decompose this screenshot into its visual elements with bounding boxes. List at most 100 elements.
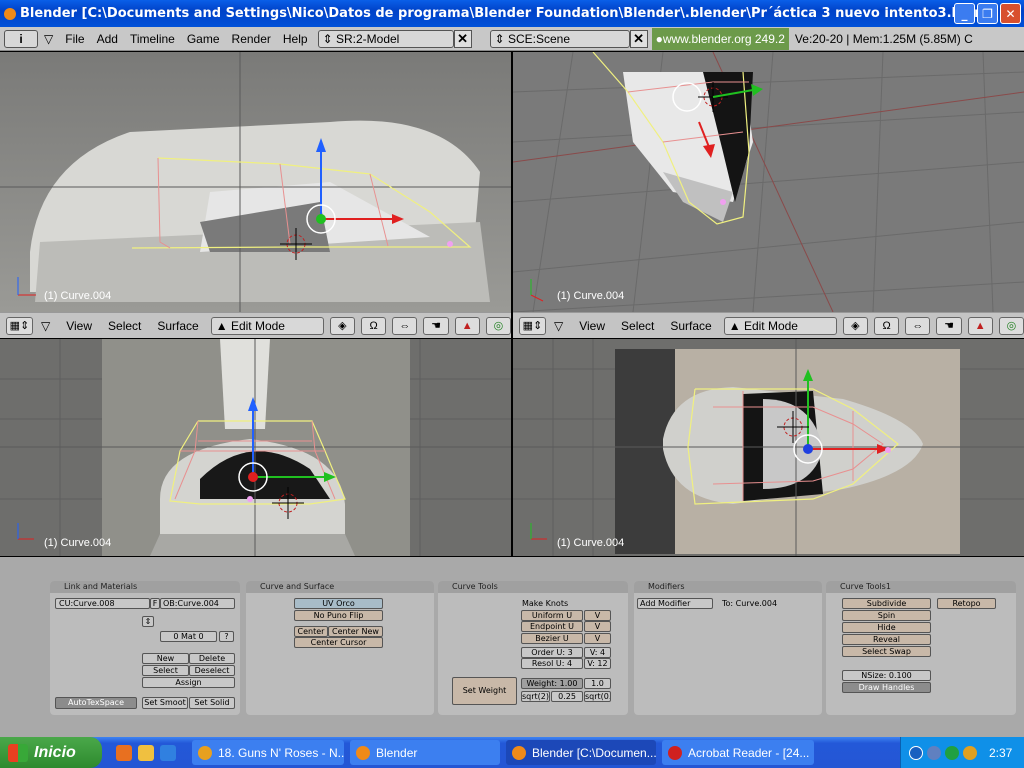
clock[interactable]: 2:37: [989, 746, 1012, 760]
material-index-field[interactable]: 0 Mat 0: [160, 631, 217, 642]
weight-field[interactable]: Weight: 1.00: [521, 678, 583, 689]
menu-help[interactable]: Help: [277, 32, 314, 46]
object-name-field[interactable]: OB:Curve.004: [160, 598, 235, 609]
viewport-front[interactable]: (1) Curve.004: [0, 339, 511, 556]
scene-selector[interactable]: ⇕ SCE:Scene: [489, 29, 630, 48]
triangle-icon[interactable]: ▲: [967, 316, 993, 335]
bezier-v-button[interactable]: V: [584, 633, 611, 644]
material-deselect-button[interactable]: Deselect: [189, 665, 235, 676]
subdivide-button[interactable]: Subdivide: [842, 598, 931, 609]
task-blender-1[interactable]: Blender: [350, 740, 500, 765]
center-new-button[interactable]: Center New: [328, 626, 383, 637]
window-titlebar[interactable]: Blender [C:\Documents and Settings\Nico\…: [0, 0, 1024, 27]
menu-select[interactable]: Select: [613, 319, 662, 333]
panel-title[interactable]: Curve Tools1: [826, 581, 1016, 593]
transform-icon[interactable]: ⇔: [905, 316, 931, 335]
bezier-u-button[interactable]: Bezier U: [521, 633, 583, 644]
magnet-icon[interactable]: Ω: [874, 316, 900, 335]
magnet-icon[interactable]: Ω: [361, 316, 387, 335]
menu-add[interactable]: Add: [91, 32, 124, 46]
editor-type-icon[interactable]: ▦⇕: [519, 316, 546, 335]
uniform-v-button[interactable]: V: [584, 610, 611, 621]
resol-u-field[interactable]: Resol U: 4: [521, 658, 583, 669]
hand-icon[interactable]: ☚: [423, 316, 449, 335]
menu-collapse-icon[interactable]: ▽: [38, 32, 59, 46]
fake-user-button[interactable]: F: [150, 598, 160, 609]
tray-expand-icon[interactable]: [909, 745, 923, 760]
viewport-side[interactable]: (1) Curve.004: [0, 52, 511, 312]
header-collapse-icon[interactable]: ▽: [546, 319, 571, 333]
menu-surface[interactable]: Surface: [149, 319, 206, 333]
menu-view[interactable]: View: [571, 319, 613, 333]
menu-timeline[interactable]: Timeline: [124, 32, 181, 46]
info-icon[interactable]: i: [4, 29, 38, 48]
material-assign-button[interactable]: Assign: [142, 677, 235, 688]
weight-025-button[interactable]: 0.25: [551, 691, 583, 702]
material-help-button[interactable]: ?: [219, 631, 234, 642]
center-button[interactable]: Center: [294, 626, 328, 637]
firefox-icon[interactable]: [116, 744, 132, 761]
msn-icon[interactable]: [963, 745, 977, 760]
menu-file[interactable]: File: [59, 32, 90, 46]
endpoint-v-button[interactable]: V: [584, 621, 611, 632]
panel-title[interactable]: Curve Tools: [438, 581, 628, 593]
viewport-perspective[interactable]: (1) Curve.004: [513, 52, 1024, 312]
menu-select[interactable]: Select: [100, 319, 149, 333]
mode-selector[interactable]: ▲ Edit Mode: [210, 316, 324, 335]
retopo-toggle[interactable]: Retopo: [937, 598, 996, 609]
no-puno-flip-toggle[interactable]: No Puno Flip: [294, 610, 383, 621]
select-swap-button[interactable]: Select Swap: [842, 646, 931, 657]
panel-title[interactable]: Modifiers: [634, 581, 822, 593]
panel-title[interactable]: Link and Materials: [50, 581, 240, 593]
spin-button[interactable]: Spin: [842, 610, 931, 621]
hand-icon[interactable]: ☚: [936, 316, 962, 335]
order-u-field[interactable]: Order U: 3: [521, 647, 583, 658]
set-smooth-button[interactable]: Set Smoot: [142, 697, 188, 709]
curve-datablock-field[interactable]: CU:Curve.008: [55, 598, 150, 609]
screen-delete-button[interactable]: ✕: [453, 29, 472, 48]
blender-url[interactable]: ● www.blender.org 249.2: [651, 27, 789, 50]
uniform-u-button[interactable]: Uniform U: [521, 610, 583, 621]
hide-button[interactable]: Hide: [842, 622, 931, 633]
draw-handles-toggle[interactable]: Draw Handles: [842, 682, 931, 693]
internet-explorer-icon[interactable]: [160, 744, 176, 761]
viewport-top[interactable]: (1) Curve.004: [513, 339, 1024, 556]
material-delete-button[interactable]: Delete: [189, 653, 235, 664]
editor-type-icon[interactable]: ▦⇕: [6, 316, 33, 335]
uv-orco-toggle[interactable]: UV Orco: [294, 598, 383, 609]
menu-game[interactable]: Game: [181, 32, 226, 46]
set-weight-button[interactable]: Set Weight: [452, 677, 517, 705]
weight-sqrt05-button[interactable]: sqrt(0.5: [584, 691, 611, 702]
add-modifier-button[interactable]: Add Modifier: [637, 598, 713, 609]
material-browse-icon[interactable]: ⇕: [142, 616, 154, 627]
header-collapse-icon[interactable]: ▽: [33, 319, 58, 333]
weight-sqrt2-button[interactable]: sqrt(2)/: [521, 691, 550, 702]
circle-icon[interactable]: ◎: [485, 316, 512, 335]
maximize-button[interactable]: ❐: [977, 3, 998, 24]
resol-v-field[interactable]: V: 12: [584, 658, 611, 669]
panel-title[interactable]: Curve and Surface: [246, 581, 434, 593]
menu-view[interactable]: View: [58, 319, 100, 333]
close-button[interactable]: ✕: [1000, 3, 1021, 24]
folder-icon[interactable]: [138, 744, 154, 761]
task-winamp[interactable]: 18. Guns N' Roses - N...: [192, 740, 344, 765]
weight-1-button[interactable]: 1.0: [584, 678, 611, 689]
order-v-field[interactable]: V: 4: [584, 647, 611, 658]
menu-surface[interactable]: Surface: [662, 319, 719, 333]
triangle-icon[interactable]: ▲: [454, 316, 480, 335]
scene-delete-button[interactable]: ✕: [629, 29, 648, 48]
menu-render[interactable]: Render: [226, 32, 277, 46]
task-blender-2[interactable]: Blender [C:\Documen...: [506, 740, 656, 765]
nsize-field[interactable]: NSize: 0.100: [842, 670, 931, 681]
draw-type-icon[interactable]: ◈: [329, 316, 356, 335]
circle-icon[interactable]: ◎: [998, 316, 1024, 335]
network-icon[interactable]: [927, 745, 941, 760]
draw-type-icon[interactable]: ◈: [842, 316, 869, 335]
center-cursor-button[interactable]: Center Cursor: [294, 637, 383, 648]
screen-selector[interactable]: ⇕ SR:2-Model: [317, 29, 454, 48]
reveal-button[interactable]: Reveal: [842, 634, 931, 645]
set-solid-button[interactable]: Set Solid: [189, 697, 235, 709]
start-button[interactable]: Inicio: [0, 737, 102, 768]
autotexspace-toggle[interactable]: AutoTexSpace: [55, 697, 137, 709]
transform-icon[interactable]: ⇔: [392, 316, 418, 335]
